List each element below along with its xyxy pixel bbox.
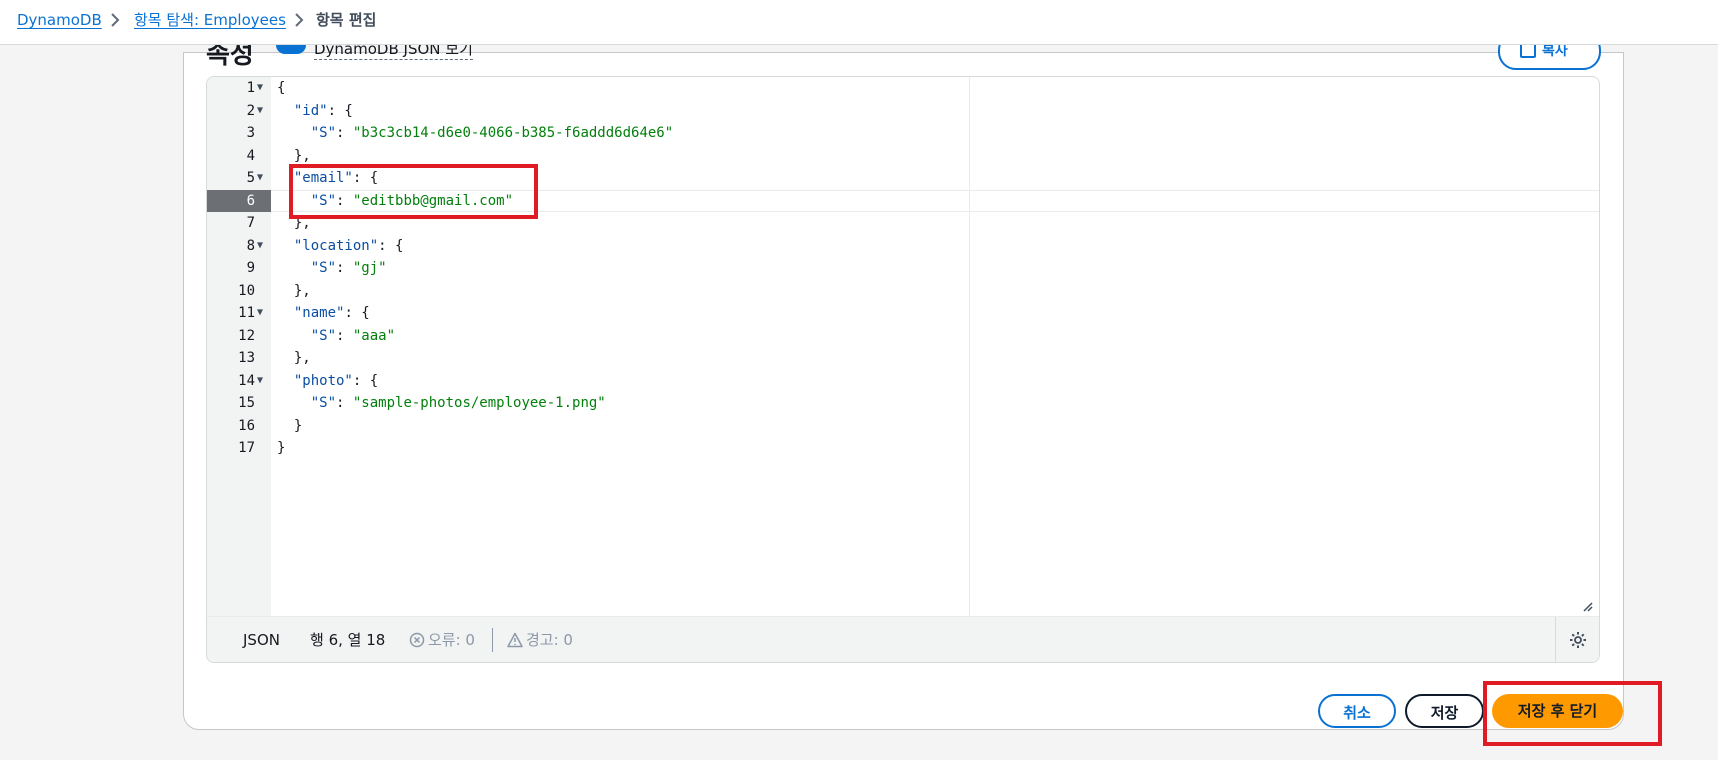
code-text: { — [277, 80, 286, 96]
editor-status-bar: JSON 행 6, 열 18 오류: 0 경고: 0 — [207, 616, 1599, 662]
fold-triangle-icon[interactable]: ▼ — [257, 77, 263, 99]
code-line[interactable]: 8 ▼ "location": { — [207, 235, 1599, 257]
line-number: 7 — [246, 215, 255, 231]
code-line[interactable]: 11 ▼ "name": { — [207, 302, 1599, 324]
line-number: 2 — [246, 102, 255, 119]
error-count-label: 오류: 0 — [428, 631, 475, 649]
code-text: "name": { — [293, 305, 370, 321]
code-line[interactable]: 16 } — [207, 415, 1599, 437]
code-text: "id": { — [293, 102, 353, 119]
code-text: "S": "sample-photos/employee-1.png" — [310, 395, 606, 411]
line-number: 6 — [246, 192, 255, 209]
warning-count[interactable]: 경고: 0 — [507, 630, 573, 650]
code-text: "photo": { — [293, 372, 379, 389]
line-number: 13 — [238, 350, 255, 366]
warning-count-label: 경고: 0 — [526, 631, 573, 649]
code-text: }, — [277, 282, 311, 299]
code-line[interactable]: 1 ▼ { — [207, 77, 1599, 99]
breadcrumb-explore-items[interactable]: 항목 탐색: Employees — [134, 10, 286, 30]
code-line[interactable]: 15 "S": "sample-photos/employee-1.png" — [207, 392, 1599, 414]
fold-triangle-icon[interactable]: ▼ — [257, 302, 263, 324]
code-text: "S": "gj" — [310, 260, 387, 276]
line-number: 3 — [246, 125, 255, 141]
code-line[interactable]: 2 ▼ "id": { — [207, 100, 1599, 122]
fold-triangle-icon[interactable]: ▼ — [257, 167, 263, 189]
line-number: 1 — [246, 80, 255, 96]
status-divider — [492, 628, 493, 652]
highlight-box-save-close — [1483, 681, 1662, 746]
language-indicator: JSON — [243, 631, 280, 649]
line-number: 10 — [238, 282, 255, 299]
line-number: 11 — [238, 305, 255, 321]
gear-icon — [1570, 632, 1586, 648]
line-number: 5 — [246, 170, 255, 186]
cursor-position: 행 6, 열 18 — [310, 631, 386, 649]
code-text: "location": { — [293, 237, 404, 254]
breadcrumb-edit-item: 항목 편집 — [316, 11, 377, 29]
code-line[interactable]: 17} — [207, 437, 1599, 459]
cancel-button[interactable]: 취소 — [1318, 694, 1396, 728]
chevron-right-icon — [291, 12, 307, 28]
code-line[interactable]: 10 }, — [207, 280, 1599, 302]
code-line[interactable]: 9 "S": "gj" — [207, 257, 1599, 279]
fold-triangle-icon[interactable]: ▼ — [257, 235, 263, 257]
chevron-right-icon — [107, 12, 123, 28]
line-number: 9 — [246, 260, 255, 276]
error-circle-icon — [409, 632, 425, 648]
line-number: 4 — [246, 147, 255, 164]
error-count[interactable]: 오류: 0 — [409, 630, 475, 650]
fold-triangle-icon[interactable]: ▼ — [257, 100, 263, 122]
breadcrumb: DynamoDB 항목 탐색: Employees 항목 편집 — [0, 0, 1718, 45]
line-number: 8 — [246, 237, 255, 254]
code-text: }, — [277, 350, 311, 366]
line-number: 15 — [238, 395, 255, 411]
code-text: } — [277, 440, 286, 456]
fold-triangle-icon[interactable]: ▼ — [257, 370, 263, 392]
save-button[interactable]: 저장 — [1405, 694, 1484, 728]
code-line[interactable]: 13 }, — [207, 347, 1599, 369]
code-text: "S": "b3c3cb14-d6e0-4066-b385-f6addd6d64… — [310, 125, 674, 141]
code-text: "S": "aaa" — [310, 327, 396, 344]
highlight-box-email — [289, 164, 538, 219]
code-text: } — [277, 417, 303, 434]
line-number: 14 — [238, 372, 255, 389]
line-number: 17 — [238, 440, 255, 456]
line-number: 12 — [238, 327, 255, 344]
code-line[interactable]: 12 "S": "aaa" — [207, 325, 1599, 347]
line-number: 16 — [238, 417, 255, 434]
code-line[interactable]: 14 ▼ "photo": { — [207, 370, 1599, 392]
code-line[interactable]: 3 "S": "b3c3cb14-d6e0-4066-b385-f6addd6d… — [207, 122, 1599, 144]
warning-triangle-icon — [507, 632, 523, 648]
editor-settings-button[interactable] — [1555, 617, 1599, 662]
breadcrumb-dynamodb[interactable]: DynamoDB — [17, 10, 102, 30]
resize-handle-icon[interactable] — [1581, 597, 1593, 612]
